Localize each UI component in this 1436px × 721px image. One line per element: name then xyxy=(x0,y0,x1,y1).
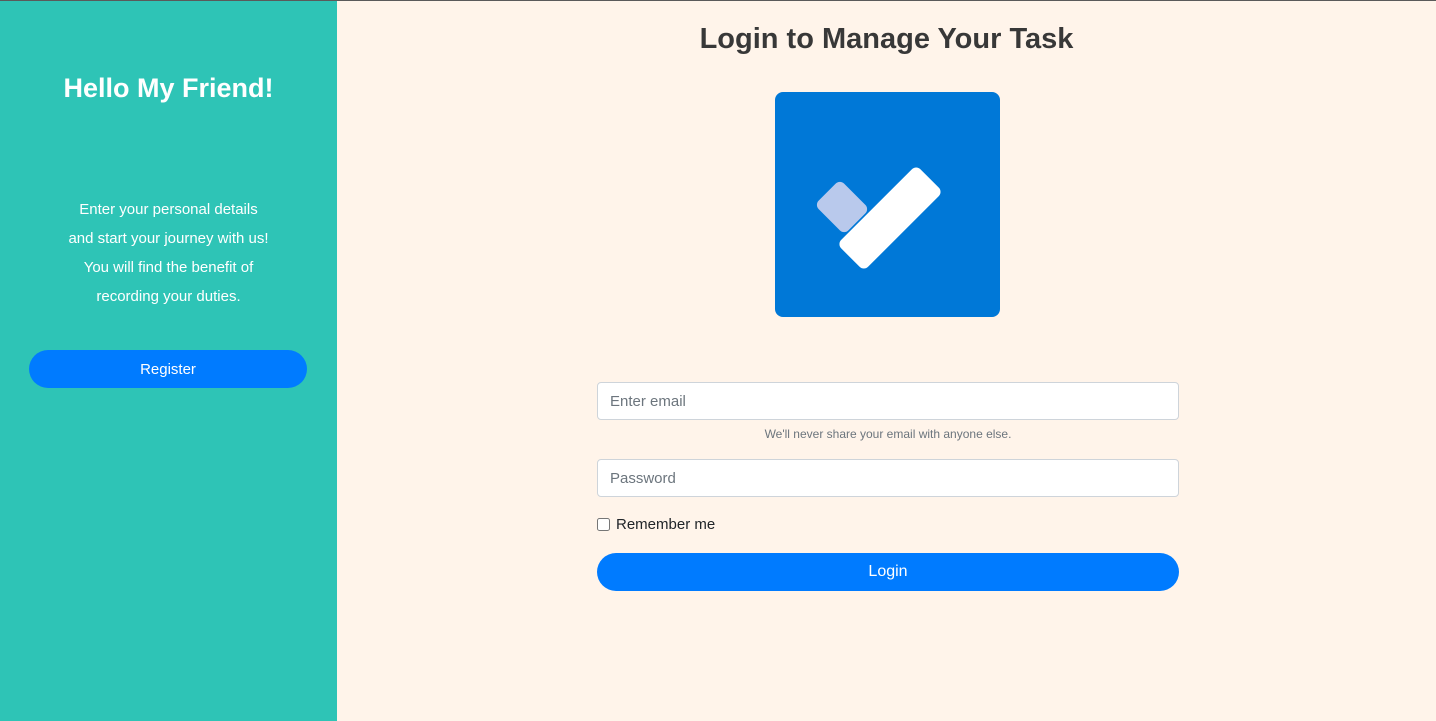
register-button[interactable]: Register xyxy=(29,350,307,388)
remember-me-checkbox[interactable] xyxy=(597,518,610,531)
remember-me[interactable]: Remember me xyxy=(597,516,715,533)
email-help-text: We'll never share your email with anyone… xyxy=(764,427,1012,441)
login-panel: Login to Manage Your Task We'll never sh… xyxy=(337,1,1436,721)
email-input[interactable] xyxy=(597,382,1179,420)
welcome-sidebar: Hello My Friend! Enter your personal det… xyxy=(0,1,337,721)
remember-me-label: Remember me xyxy=(616,516,716,533)
sidebar-description-line: recording your duties. xyxy=(96,288,241,305)
sidebar-description-line: You will find the benefit of xyxy=(83,259,254,276)
sidebar-description-line: Enter your personal details xyxy=(79,201,258,218)
checkmark-icon xyxy=(816,167,941,269)
password-input[interactable] xyxy=(597,459,1179,497)
login-page: Hello My Friend! Enter your personal det… xyxy=(0,0,1436,721)
sidebar-description-line: and start your journey with us! xyxy=(68,230,269,247)
app-logo xyxy=(775,92,1000,317)
sidebar-description: Enter your personal details and start yo… xyxy=(40,195,297,311)
login-button[interactable]: Login xyxy=(597,553,1179,591)
page-title: Login to Manage Your Task xyxy=(699,23,1074,55)
sidebar-title: Hello My Friend! xyxy=(63,73,274,103)
